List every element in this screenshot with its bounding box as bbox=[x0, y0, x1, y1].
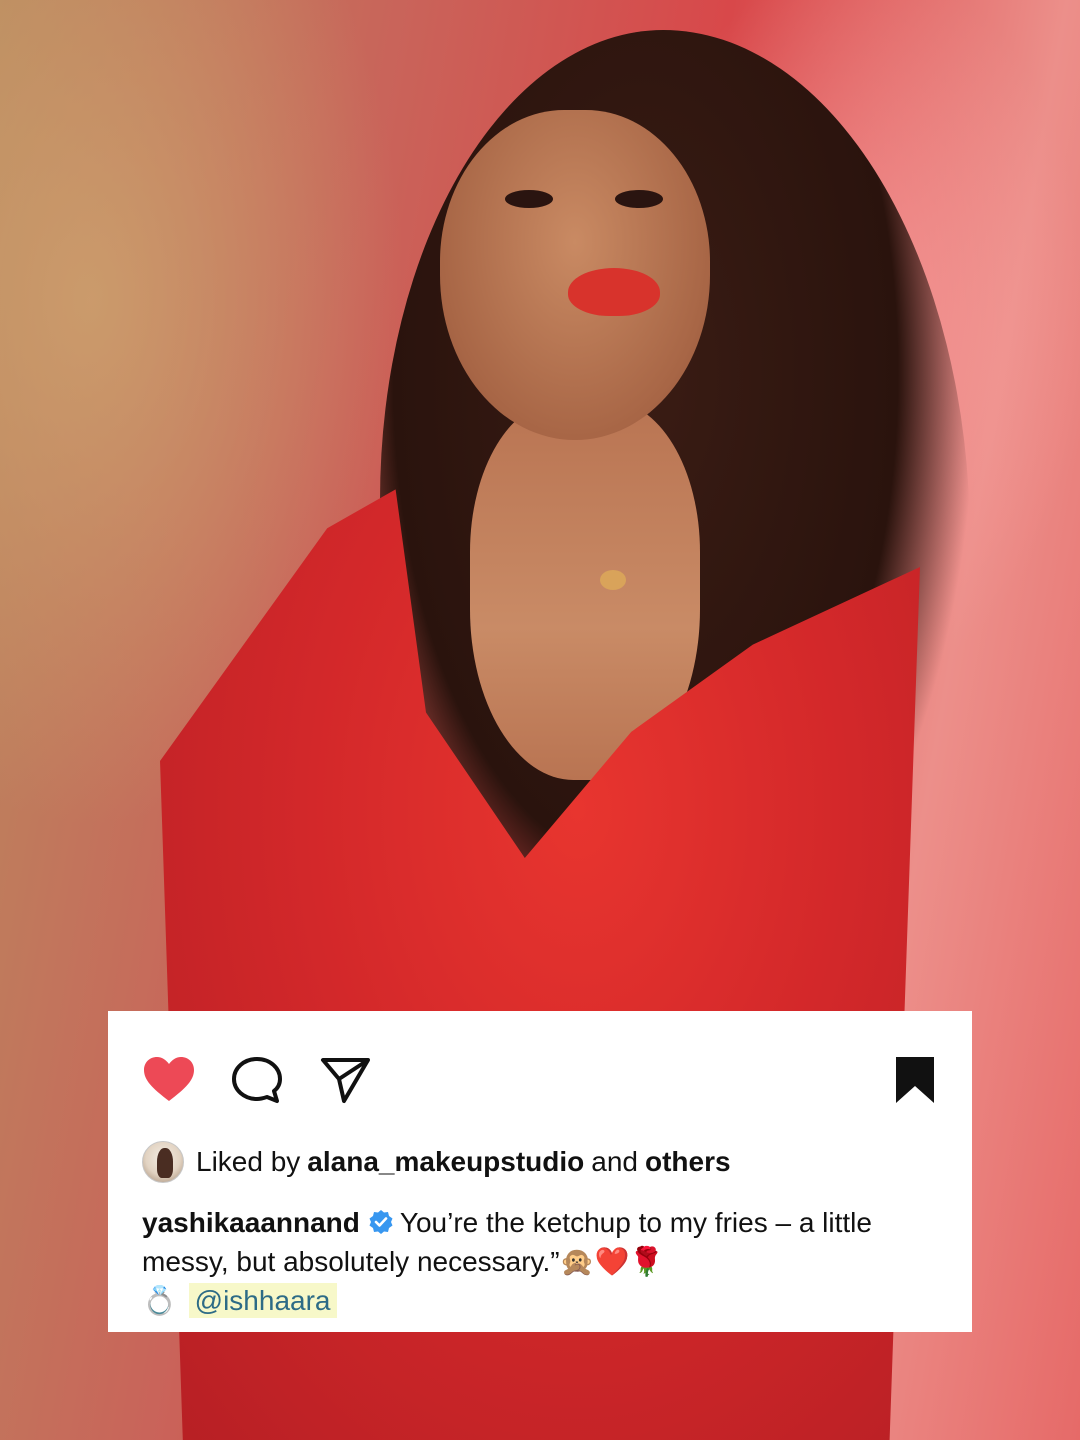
verified-badge-icon bbox=[369, 1210, 393, 1234]
caption-text-line1: You’re the ketchup to my fries – a littl… bbox=[399, 1207, 872, 1238]
heart-filled-icon[interactable] bbox=[142, 1055, 196, 1105]
caption-emojis: 🙊❤️🌹 bbox=[559, 1245, 665, 1278]
likes-others-link[interactable]: others bbox=[645, 1146, 731, 1178]
post-caption: yashikaaannand You’re the ketchup to my f… bbox=[142, 1203, 942, 1320]
likes-row: Liked by alana_makeupstudio and others bbox=[142, 1141, 731, 1183]
post-card: Liked by alana_makeupstudio and others y… bbox=[108, 1011, 972, 1332]
photo-eye-left bbox=[505, 190, 553, 208]
caption-text-line2: messy, but absolutely necessary.” bbox=[142, 1246, 560, 1277]
caption-username-link[interactable]: yashikaaannand bbox=[142, 1207, 360, 1238]
photo-lips bbox=[568, 268, 660, 316]
liker-avatar[interactable] bbox=[142, 1141, 184, 1183]
send-icon[interactable] bbox=[318, 1055, 372, 1105]
caption-mention-link[interactable]: @ishhaara bbox=[188, 1283, 337, 1318]
liker-username-link[interactable]: alana_makeupstudio bbox=[307, 1146, 584, 1178]
comment-icon[interactable] bbox=[230, 1055, 284, 1105]
photo-necklace bbox=[600, 570, 626, 590]
post-action-bar bbox=[142, 1055, 938, 1105]
bookmark-filled-icon[interactable] bbox=[888, 1055, 942, 1105]
ring-emoji: 💍 bbox=[142, 1284, 177, 1317]
likes-prefix: Liked by bbox=[196, 1146, 301, 1177]
photo-eye-right bbox=[615, 190, 663, 208]
photo-face bbox=[440, 110, 710, 440]
likes-connector: and bbox=[591, 1146, 638, 1177]
